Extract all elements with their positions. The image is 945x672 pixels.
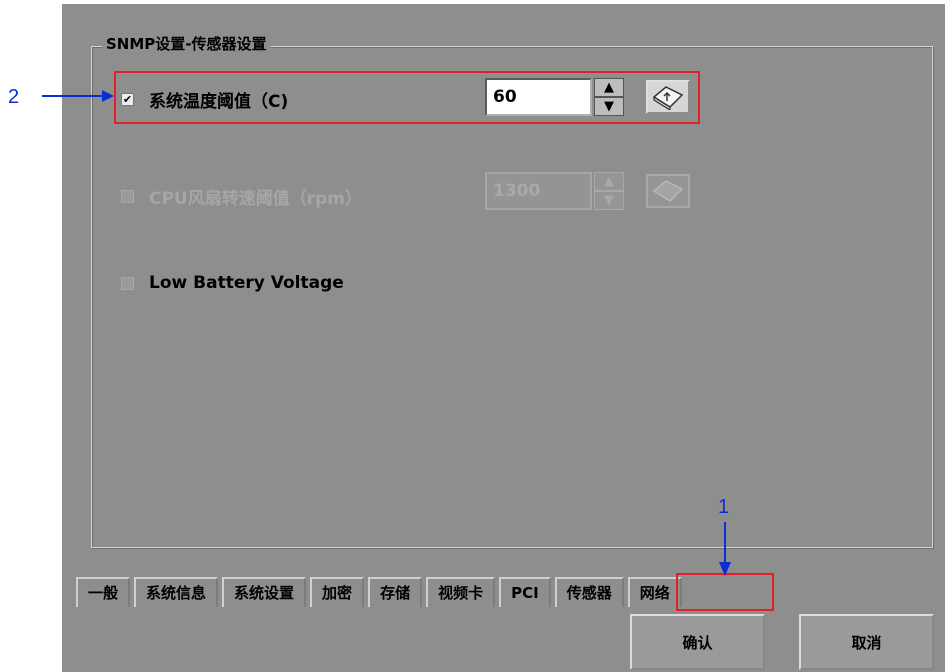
cpu-fan-spinner[interactable]: ▲ ▼ <box>594 172 624 210</box>
tab-encryption[interactable]: 加密 <box>310 577 365 607</box>
settings-tabs: 一般 系统信息 系统设置 加密 存储 视频卡 PCI 传感器 网络 <box>76 577 686 609</box>
annotation-marker-1: 1 <box>718 496 730 518</box>
tab-pci[interactable]: PCI <box>499 577 551 607</box>
arrow-up-icon: ▲ <box>604 174 614 189</box>
tab-storage[interactable]: 存储 <box>368 577 423 607</box>
spin-down-button[interactable]: ▼ <box>594 191 624 210</box>
cpu-fan-keyboard-button[interactable] <box>646 174 690 208</box>
cpu-fan-checkbox[interactable] <box>121 190 134 203</box>
tab-network[interactable]: 网络 <box>627 577 682 607</box>
spin-up-button[interactable]: ▲ <box>594 172 624 191</box>
tab-sensors[interactable]: 传感器 <box>554 577 624 607</box>
group-title: SNMP设置-传感器设置 <box>102 34 271 54</box>
tab-video-card[interactable]: 视频卡 <box>426 577 496 607</box>
tab-general[interactable]: 一般 <box>76 577 131 607</box>
annotation-box-temp-row <box>114 71 700 124</box>
annotation-arrow-1 <box>719 522 731 576</box>
cancel-button[interactable]: 取消 <box>799 614 934 670</box>
confirm-button[interactable]: 确认 <box>630 614 765 670</box>
low-battery-checkbox[interactable] <box>121 276 134 290</box>
low-battery-label: Low Battery Voltage <box>149 273 344 293</box>
cpu-fan-label: CPU风扇转速阈值（rpm） <box>149 189 363 209</box>
low-battery-row: Low Battery Voltage <box>121 273 344 293</box>
tab-system-info[interactable]: 系统信息 <box>134 577 219 607</box>
annotation-marker-2: 2 <box>8 86 20 108</box>
arrow-down-icon: ▼ <box>604 193 614 208</box>
tab-system-settings[interactable]: 系统设置 <box>222 577 307 607</box>
keyboard-icon <box>652 180 684 202</box>
annotation-box-sensor-tab <box>676 573 774 611</box>
cpu-fan-input[interactable]: 1300 <box>485 172 592 210</box>
cpu-fan-row: CPU风扇转速阈值（rpm） <box>121 184 362 209</box>
annotation-arrow-2 <box>42 90 114 102</box>
